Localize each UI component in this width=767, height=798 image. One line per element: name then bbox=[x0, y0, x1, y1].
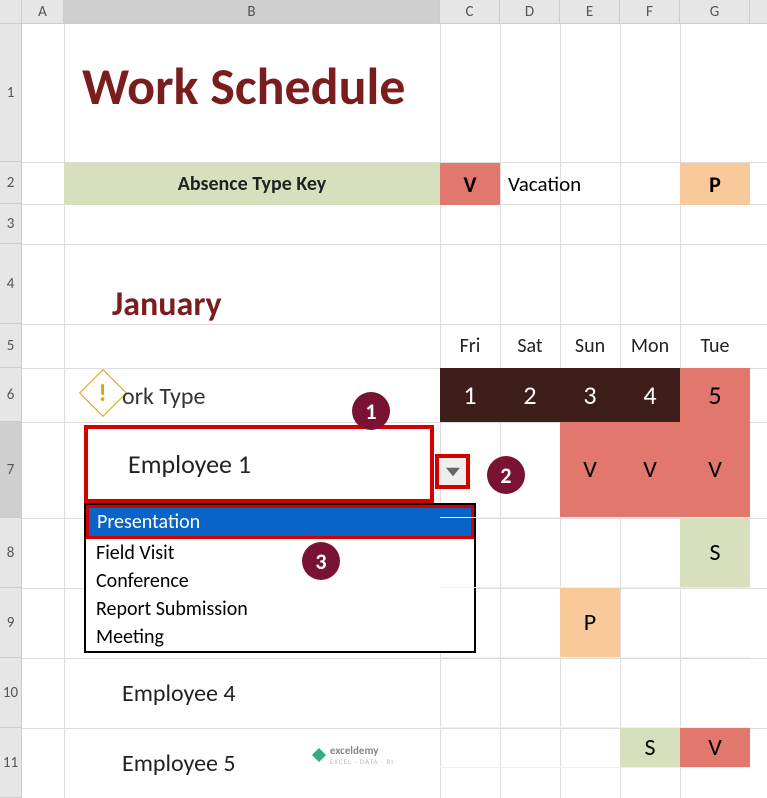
day-label: Mon bbox=[620, 324, 680, 368]
row-header-5[interactable]: 5 bbox=[0, 324, 22, 368]
spreadsheet-grid[interactable]: Work Schedule Absence Type Key V Vacatio… bbox=[22, 24, 767, 798]
calendar-col-tue: V S V bbox=[680, 422, 750, 768]
day-number: 5 bbox=[680, 368, 750, 422]
exclamation-icon: ! bbox=[99, 378, 107, 407]
dropdown-item[interactable]: Meeting bbox=[86, 623, 474, 651]
cal-cell[interactable]: V bbox=[560, 422, 620, 518]
calendar-col-sat bbox=[500, 422, 560, 768]
day-col-tue: Tue 5 bbox=[680, 324, 750, 422]
absence-key-vacation: Vacation bbox=[500, 163, 680, 205]
col-header-C[interactable]: C bbox=[440, 0, 500, 23]
cal-cell[interactable] bbox=[500, 588, 560, 658]
cal-cell[interactable] bbox=[440, 518, 500, 588]
day-number: 3 bbox=[560, 368, 620, 422]
watermark-brand: exceldemy bbox=[330, 744, 394, 757]
cal-cell[interactable] bbox=[440, 588, 500, 658]
dropdown-item[interactable]: Report Submission bbox=[86, 595, 474, 623]
cal-cell[interactable] bbox=[500, 658, 560, 728]
work-type-label-partial: ork Type bbox=[122, 382, 205, 411]
absence-key-label: Absence Type Key bbox=[64, 163, 440, 205]
row-header-9[interactable]: 9 bbox=[0, 588, 22, 658]
row-header-6[interactable]: 6 bbox=[0, 368, 22, 422]
absence-key-row: Absence Type Key V Vacation P bbox=[64, 163, 750, 205]
cal-cell[interactable] bbox=[680, 588, 750, 658]
day-number: 1 bbox=[440, 368, 500, 422]
cal-cell[interactable]: V bbox=[680, 728, 750, 768]
day-col-fri: Fri 1 bbox=[440, 324, 500, 422]
col-header-F[interactable]: F bbox=[620, 0, 680, 23]
day-col-sat: Sat 2 bbox=[500, 324, 560, 422]
day-col-sun: Sun 3 bbox=[560, 324, 620, 422]
active-cell-employee[interactable]: Employee 1 bbox=[84, 425, 434, 503]
column-headers: A B C D E F G bbox=[0, 0, 767, 24]
col-header-A[interactable]: A bbox=[22, 0, 64, 23]
cal-cell[interactable] bbox=[620, 518, 680, 588]
dropdown-item[interactable]: Field Visit bbox=[86, 539, 474, 567]
page-title: Work Schedule bbox=[82, 54, 405, 118]
annotation-badge-1: 1 bbox=[352, 392, 390, 430]
col-header-E[interactable]: E bbox=[560, 0, 620, 23]
row-header-2[interactable]: 2 bbox=[0, 162, 22, 204]
month-label: January bbox=[112, 284, 222, 325]
col-header-D[interactable]: D bbox=[500, 0, 560, 23]
cal-cell[interactable] bbox=[560, 728, 620, 768]
day-header-row: Fri 1 Sat 2 Sun 3 Mon 4 Tue 5 bbox=[440, 324, 750, 422]
col-header-B[interactable]: B bbox=[64, 0, 440, 23]
employee-5-label[interactable]: Employee 5 bbox=[122, 749, 236, 778]
calendar-col-sun: V P bbox=[560, 422, 620, 768]
cal-cell[interactable] bbox=[440, 658, 500, 728]
select-all-corner[interactable] bbox=[0, 0, 22, 23]
row-header-1[interactable]: 1 bbox=[0, 24, 22, 162]
row-header-3[interactable]: 3 bbox=[0, 204, 22, 244]
dropdown-item-selected[interactable]: Presentation bbox=[86, 505, 474, 539]
cal-cell[interactable] bbox=[500, 728, 560, 768]
watermark-sub: EXCEL · DATA · BI bbox=[330, 757, 394, 766]
cal-cell[interactable]: V bbox=[620, 422, 680, 518]
row-header-8[interactable]: 8 bbox=[0, 518, 22, 588]
absence-key-p-badge: P bbox=[680, 163, 750, 205]
day-label: Sun bbox=[560, 324, 620, 368]
calendar-col-mon: V S bbox=[620, 422, 680, 768]
day-label: Fri bbox=[440, 324, 500, 368]
dropdown-item[interactable]: Conference bbox=[86, 567, 474, 595]
cal-cell[interactable]: S bbox=[680, 518, 750, 588]
day-number: 4 bbox=[620, 368, 680, 422]
employee-4-label[interactable]: Employee 4 bbox=[122, 679, 236, 708]
cal-cell[interactable] bbox=[620, 658, 680, 728]
day-label: Tue bbox=[680, 324, 750, 368]
absence-key-v-badge: V bbox=[440, 163, 500, 205]
day-number: 2 bbox=[500, 368, 560, 422]
row-header-7[interactable]: 7 bbox=[0, 422, 22, 518]
row-header-4[interactable]: 4 bbox=[0, 244, 22, 324]
annotation-badge-3: 3 bbox=[302, 542, 340, 580]
cal-cell[interactable] bbox=[440, 728, 500, 768]
cal-cell[interactable] bbox=[560, 658, 620, 728]
calendar-col-fri bbox=[440, 422, 500, 768]
watermark: exceldemy EXCEL · DATA · BI bbox=[312, 744, 394, 766]
validation-dropdown-list[interactable]: Presentation Field Visit Conference Repo… bbox=[84, 503, 476, 653]
row-header-11[interactable]: 11 bbox=[0, 728, 22, 798]
cal-cell[interactable]: P bbox=[560, 588, 620, 658]
cal-cell[interactable] bbox=[440, 422, 500, 518]
cal-cell[interactable] bbox=[500, 422, 560, 518]
row-headers: 1 2 3 4 5 6 7 8 9 10 11 bbox=[0, 24, 22, 798]
cal-cell[interactable] bbox=[560, 518, 620, 588]
col-header-G[interactable]: G bbox=[680, 0, 750, 23]
cal-cell[interactable]: S bbox=[620, 728, 680, 768]
cal-cell[interactable]: V bbox=[680, 422, 750, 518]
cal-cell[interactable] bbox=[680, 658, 750, 728]
day-col-mon: Mon 4 bbox=[620, 324, 680, 422]
logo-icon bbox=[312, 748, 326, 762]
cal-cell[interactable] bbox=[620, 588, 680, 658]
error-indicator-icon[interactable]: ! bbox=[79, 369, 127, 417]
cal-cell[interactable] bbox=[500, 518, 560, 588]
row-header-10[interactable]: 10 bbox=[0, 658, 22, 728]
day-label: Sat bbox=[500, 324, 560, 368]
